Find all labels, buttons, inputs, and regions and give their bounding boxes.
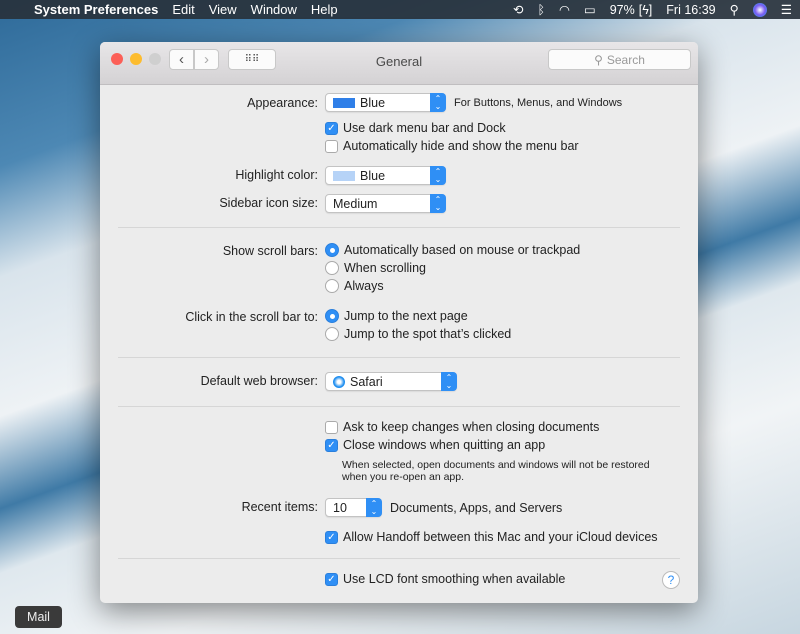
scroll-bars-label: Show scroll bars: [222, 244, 318, 258]
highlight-label: Highlight color: [235, 168, 318, 182]
chevron-updown-icon: ⌃ ⌄ [366, 498, 382, 517]
airplay-icon[interactable]: ▭ [584, 2, 596, 17]
jump-spot-radio[interactable]: Jump to the spot that’s clicked [325, 327, 511, 341]
checkmark-icon: ✓ [325, 530, 338, 544]
notification-center-icon[interactable]: ☰ [781, 2, 792, 17]
checkbox-box [325, 420, 338, 434]
checkbox-box [325, 139, 338, 153]
radio-dot [325, 243, 339, 257]
radio-dot [325, 279, 339, 293]
chevron-updown-icon: ⌃ ⌄ [430, 166, 446, 185]
title-bar: ‹ › ⠿⠿ General ⚲ Search [100, 42, 698, 85]
radio-dot [325, 261, 339, 275]
wifi-icon[interactable]: ◠ [559, 2, 570, 17]
battery-percent[interactable]: 97% [610, 3, 635, 17]
lcd-smoothing-checkbox[interactable]: ✓ Use LCD font smoothing when available [325, 572, 565, 586]
chevron-updown-icon: ⌃ ⌄ [430, 93, 446, 112]
close-windows-checkbox[interactable]: ✓ Close windows when quitting an app [325, 438, 545, 452]
highlight-swatch [333, 170, 355, 181]
scroll-auto-radio[interactable]: Automatically based on mouse or trackpad [325, 243, 580, 257]
chevron-updown-icon: ⌃ ⌄ [441, 372, 457, 391]
scroll-when-scrolling-radio[interactable]: When scrolling [325, 261, 426, 275]
appearance-popup[interactable]: Blue ⌃ ⌄ [325, 93, 446, 112]
checkmark-icon: ✓ [325, 572, 338, 586]
time-machine-icon[interactable]: ⟲ [513, 2, 523, 17]
scroll-always-radio[interactable]: Always [325, 279, 384, 293]
menu-app[interactable]: System Preferences [34, 2, 158, 17]
highlight-popup[interactable]: Blue ⌃ ⌄ [325, 166, 446, 185]
checkmark-icon: ✓ [325, 438, 338, 452]
appearance-swatch [333, 97, 355, 108]
radio-dot [325, 309, 339, 323]
search-field[interactable]: ⚲ Search [548, 49, 691, 70]
recent-items-popup[interactable]: 10 ⌃ ⌄ [325, 498, 382, 517]
menu-edit[interactable]: Edit [172, 2, 194, 17]
safari-icon [333, 375, 345, 388]
close-windows-note: When selected, open documents and window… [342, 459, 650, 483]
menu-window[interactable]: Window [251, 2, 297, 17]
browser-popup[interactable]: Safari ⌃ ⌄ [325, 372, 457, 391]
appearance-note: For Buttons, Menus, and Windows [454, 97, 623, 109]
appearance-label: Appearance: [247, 96, 318, 110]
recent-items-note: Documents, Apps, and Servers [390, 501, 563, 515]
battery-icon[interactable]: [ϟ] [639, 3, 653, 17]
jump-next-page-radio[interactable]: Jump to the next page [325, 309, 468, 323]
bluetooth-icon[interactable]: ᛒ [537, 3, 545, 17]
clock[interactable]: Fri 16:39 [666, 3, 715, 17]
ask-keep-changes-checkbox[interactable]: Ask to keep changes when closing documen… [325, 420, 599, 434]
menu-view[interactable]: View [209, 2, 237, 17]
dark-menu-checkbox[interactable]: ✓ Use dark menu bar and Dock [325, 121, 506, 135]
menu-help[interactable]: Help [311, 2, 338, 17]
help-button[interactable]: ? [662, 571, 680, 589]
divider [118, 227, 680, 228]
checkmark-icon: ✓ [325, 121, 338, 135]
divider [118, 357, 680, 358]
preferences-window: ‹ › ⠿⠿ General ⚲ Search Appearance: Blue ⌃… [100, 42, 698, 603]
sidebar-size-popup[interactable]: Medium ⌃ ⌄ [325, 194, 446, 213]
click-scroll-label: Click in the scroll bar to: [185, 310, 318, 324]
divider [118, 558, 680, 559]
divider [118, 406, 680, 407]
auto-hide-checkbox[interactable]: Automatically hide and show the menu bar [325, 139, 579, 153]
dock-tooltip: Mail [15, 606, 62, 628]
siri-icon[interactable] [752, 2, 767, 17]
recent-items-label: Recent items: [241, 500, 318, 514]
handoff-checkbox[interactable]: ✓ Allow Handoff between this Mac and your… [325, 530, 658, 544]
search-icon: ⚲ [594, 52, 603, 67]
chevron-updown-icon: ⌃ ⌄ [430, 194, 446, 213]
menu-bar: System Preferences Edit View Window Help… [0, 0, 800, 19]
sidebar-size-label: Sidebar icon size: [219, 196, 318, 210]
radio-dot [325, 327, 339, 341]
browser-label: Default web browser: [200, 374, 318, 388]
spotlight-icon[interactable]: ⚲ [730, 2, 739, 17]
